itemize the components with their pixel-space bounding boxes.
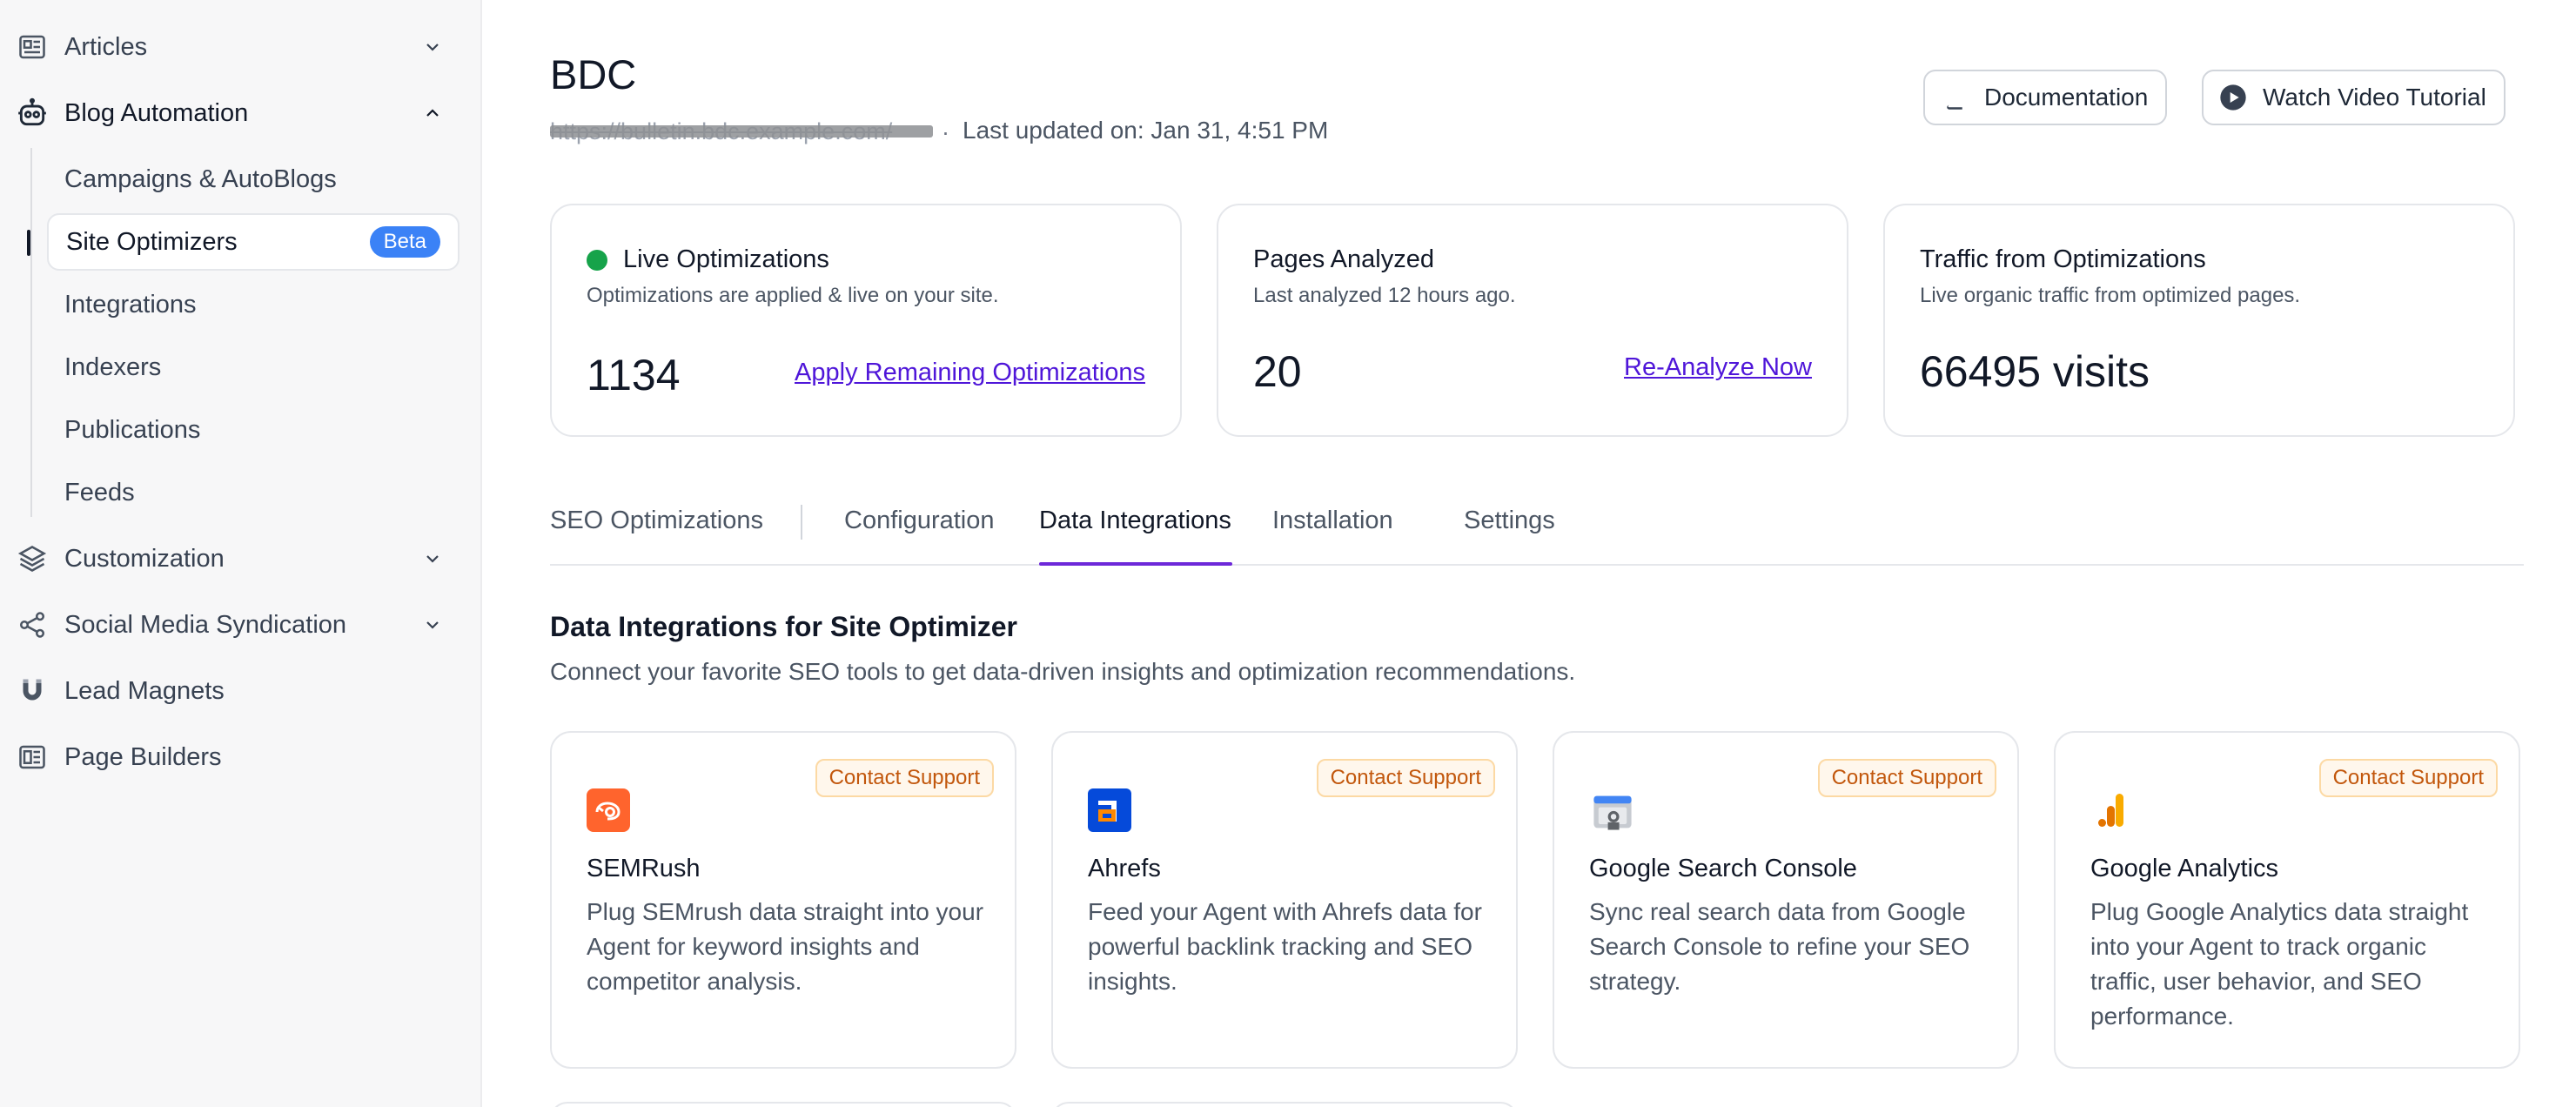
stat-value: 1134 xyxy=(587,351,681,399)
integration-name: Google Search Console xyxy=(1589,855,1857,882)
chevron-down-icon[interactable] xyxy=(418,32,447,62)
stat-value: 66495 visits xyxy=(1920,347,2150,396)
stat-title: Live Optimizations xyxy=(623,245,829,273)
stat-value: 20 xyxy=(1253,347,1302,396)
integration-card-google-analytics[interactable]: Contact Support Google Analytics Plug Go… xyxy=(2054,731,2520,1069)
integration-description: Sync real search data from Google Search… xyxy=(1589,898,1970,995)
sidebar-subitem-site-optimizers[interactable]: Site Optimizers Beta xyxy=(47,213,460,271)
sidebar-subitem-label: Feeds xyxy=(64,478,135,507)
stat-card-traffic: Traffic from Optimizations Live organic … xyxy=(1883,204,2515,437)
stat-subtitle: Live organic traffic from optimized page… xyxy=(1920,284,2301,307)
tab-divider xyxy=(801,505,802,540)
semrush-logo-icon xyxy=(587,788,630,832)
share-icon xyxy=(16,608,49,641)
page-builder-icon xyxy=(16,741,49,774)
sidebar: Articles Blog Automation Campaigns & Aut… xyxy=(0,0,482,1107)
submenu-guide-line xyxy=(30,148,32,517)
sidebar-subitem-label: Indexers xyxy=(64,352,162,381)
layers-icon xyxy=(16,542,49,575)
sidebar-subitem-campaigns[interactable]: Campaigns & AutoBlogs xyxy=(47,151,460,208)
integration-card-partial xyxy=(1051,1102,1518,1107)
integration-name: SEMRush xyxy=(587,855,701,882)
sidebar-item-page-builders[interactable]: Page Builders xyxy=(0,731,482,783)
active-tab-underline xyxy=(1039,562,1232,566)
sidebar-subitem-feeds[interactable]: Feeds xyxy=(47,464,460,521)
integration-card-partial xyxy=(550,1102,1016,1107)
stat-title: Traffic from Optimizations xyxy=(1920,245,2206,273)
stat-card-pages-analyzed: Pages Analyzed Last analyzed 12 hours ag… xyxy=(1217,204,1848,437)
section-title: Data Integrations for Site Optimizer xyxy=(550,611,1017,642)
integration-description: Feed your Agent with Ahrefs data for pow… xyxy=(1088,898,1482,995)
robot-icon xyxy=(16,97,49,130)
sidebar-item-label: Customization xyxy=(64,544,225,573)
sidebar-subitem-label: Integrations xyxy=(64,290,197,319)
contact-support-badge[interactable]: Contact Support xyxy=(2318,759,2498,797)
tab-settings[interactable]: Settings xyxy=(1464,507,1555,535)
integration-card-google-search-console[interactable]: Contact Support Google Search Console Sy… xyxy=(1553,731,2019,1069)
section-subtitle: Connect your favorite SEO tools to get d… xyxy=(550,658,1576,685)
re-analyze-now-link[interactable]: Re-Analyze Now xyxy=(1624,353,1812,382)
documentation-button[interactable]: Documentation xyxy=(1923,70,2168,125)
stat-subtitle: Optimizations are applied & live on your… xyxy=(587,284,999,307)
chevron-down-icon[interactable] xyxy=(418,544,447,574)
tab-data-integrations[interactable]: Data Integrations xyxy=(1039,507,1231,535)
sidebar-subitem-indexers[interactable]: Indexers xyxy=(47,339,460,396)
sidebar-item-customization[interactable]: Customization xyxy=(0,533,482,585)
tab-installation[interactable]: Installation xyxy=(1272,507,1393,535)
stat-card-live-optimizations: Live Optimizations Optimizations are app… xyxy=(550,204,1182,437)
last-updated-text: Last updated on: Jan 31, 4:51 PM xyxy=(963,117,1329,144)
google-analytics-logo-icon xyxy=(2090,788,2134,832)
tab-seo-optimizations[interactable]: SEO Optimizations xyxy=(550,507,763,535)
integration-description: Plug Google Analytics data straight into… xyxy=(2090,898,2469,1030)
apply-remaining-optimizations-link[interactable]: Apply Remaining Optimizations xyxy=(795,359,1145,387)
sidebar-subitem-label: Campaigns & AutoBlogs xyxy=(64,164,337,193)
contact-support-badge[interactable]: Contact Support xyxy=(1316,759,1495,797)
sidebar-subitem-label: Site Optimizers xyxy=(66,227,238,256)
tab-configuration[interactable]: Configuration xyxy=(844,507,995,535)
sidebar-item-lead-magnets[interactable]: Lead Magnets xyxy=(0,665,482,717)
integration-card-ahrefs[interactable]: Contact Support Ahrefs Feed your Agent w… xyxy=(1051,731,1518,1069)
integration-card-semrush[interactable]: Contact Support SEMRush Plug SEMrush dat… xyxy=(550,731,1016,1069)
book-icon xyxy=(1941,84,1969,111)
tab-bar: SEO Optimizations Configuration Data Int… xyxy=(550,487,2524,566)
active-indicator xyxy=(27,230,30,256)
sidebar-item-social-media-syndication[interactable]: Social Media Syndication xyxy=(0,599,482,651)
sidebar-subitem-publications[interactable]: Publications xyxy=(47,401,460,459)
sidebar-item-label: Articles xyxy=(64,32,148,61)
google-search-console-logo-icon xyxy=(1589,788,1633,832)
sidebar-item-label: Page Builders xyxy=(64,742,222,771)
live-status-dot xyxy=(587,250,607,271)
chevron-up-icon[interactable] xyxy=(418,98,447,128)
articles-icon xyxy=(16,30,49,64)
main-content: BDC https://bulletin.bdc.example.com/ · … xyxy=(484,0,2576,1107)
redacted-url-bar xyxy=(550,125,933,138)
play-circle-icon xyxy=(2219,84,2247,111)
page-title: BDC xyxy=(550,51,637,97)
integration-description: Plug SEMrush data straight into your Age… xyxy=(587,898,984,995)
integration-name: Google Analytics xyxy=(2090,855,2279,882)
sidebar-item-articles[interactable]: Articles xyxy=(0,21,482,73)
chevron-down-icon[interactable] xyxy=(418,610,447,640)
sidebar-item-blog-automation[interactable]: Blog Automation xyxy=(0,87,482,139)
contact-support-badge[interactable]: Contact Support xyxy=(815,759,994,797)
ahrefs-logo-icon xyxy=(1088,788,1131,832)
sidebar-subitem-integrations[interactable]: Integrations xyxy=(47,276,460,333)
contact-support-badge[interactable]: Contact Support xyxy=(1817,759,1996,797)
stat-title: Pages Analyzed xyxy=(1253,245,1434,273)
documentation-label: Documentation xyxy=(1984,84,2149,111)
magnet-icon xyxy=(16,674,49,708)
sidebar-subitem-label: Publications xyxy=(64,415,201,444)
separator-dot: · xyxy=(942,119,949,145)
watch-video-tutorial-button[interactable]: Watch Video Tutorial xyxy=(2202,70,2506,125)
stat-subtitle: Last analyzed 12 hours ago. xyxy=(1253,284,1516,307)
integration-name: Ahrefs xyxy=(1088,855,1161,882)
sidebar-item-label: Lead Magnets xyxy=(64,676,225,705)
watch-video-label: Watch Video Tutorial xyxy=(2263,84,2486,111)
beta-badge: Beta xyxy=(369,226,440,258)
sidebar-item-label: Social Media Syndication xyxy=(64,610,347,639)
sidebar-item-label: Blog Automation xyxy=(64,98,249,127)
